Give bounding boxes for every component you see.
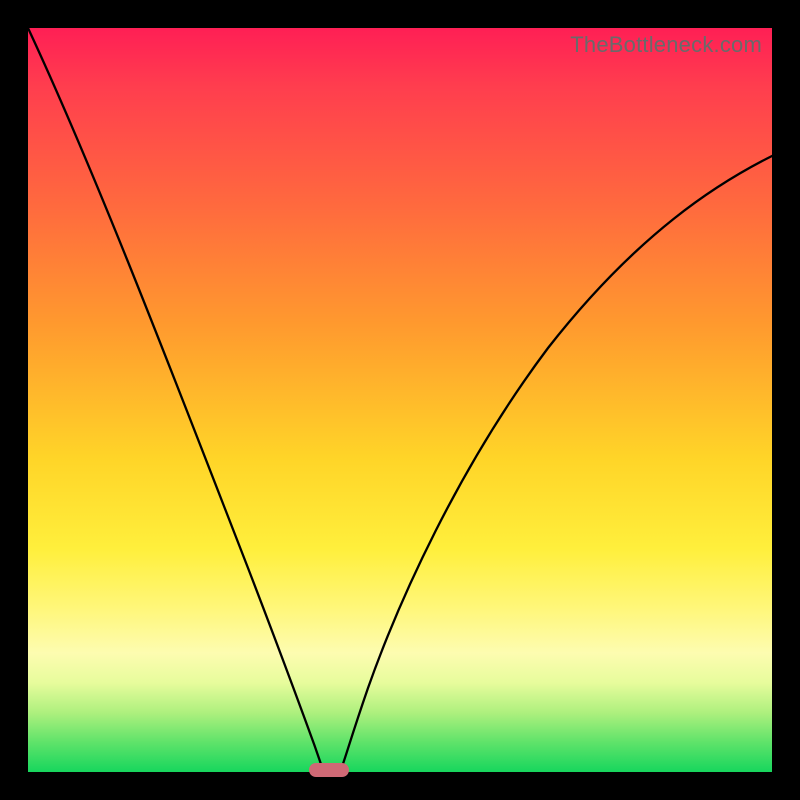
plot-area: TheBottleneck.com: [28, 28, 772, 772]
chart-frame: TheBottleneck.com: [0, 0, 800, 800]
cusp-marker: [309, 763, 349, 777]
curve-left-branch: [28, 28, 324, 772]
curve-right-branch: [340, 156, 772, 772]
bottleneck-curve: [28, 28, 772, 772]
